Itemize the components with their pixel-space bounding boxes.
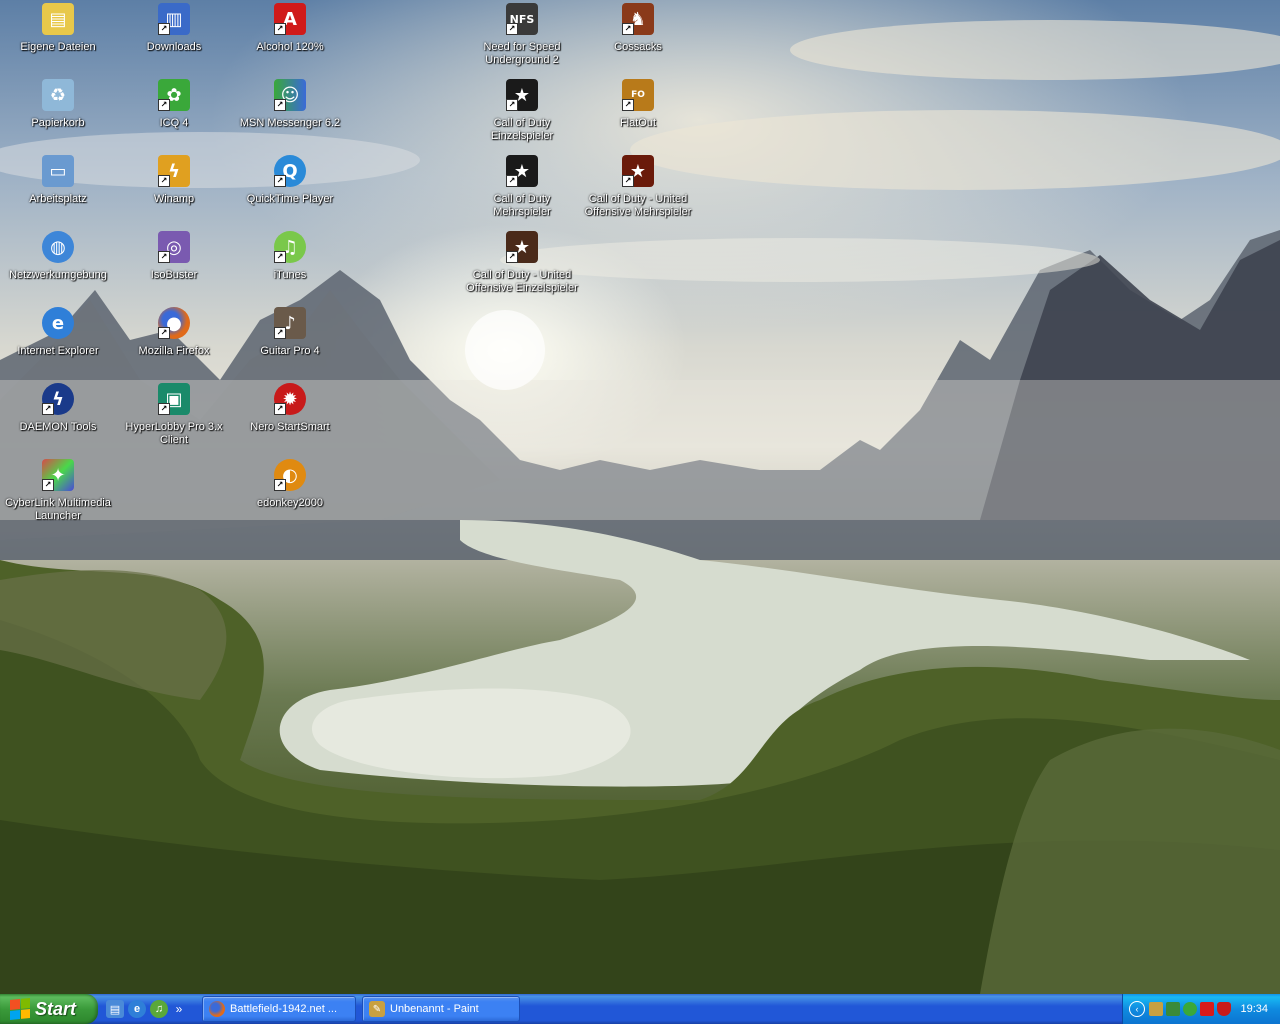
internet-explorer-icon: e bbox=[42, 307, 74, 339]
network-places-icon: ◍ bbox=[42, 231, 74, 263]
network-tray-icon[interactable] bbox=[1166, 1002, 1180, 1016]
taskbar-button-label: Battlefield-1942.net ... bbox=[230, 1003, 338, 1015]
guitar-pro-icon: ♪ ↗ bbox=[274, 307, 306, 339]
msn-tray-icon[interactable] bbox=[1183, 1002, 1197, 1016]
my-documents-icon: ▤ bbox=[42, 3, 74, 35]
my-computer-icon: ▭ bbox=[42, 155, 74, 187]
desktop-icon-flatout[interactable]: FO ↗ FlatOut bbox=[580, 79, 696, 130]
desktop-icon-icq[interactable]: ✿ ↗ ICQ 4 bbox=[116, 79, 232, 130]
winamp-icon: ϟ ↗ bbox=[158, 155, 190, 187]
antivirus-shield-icon[interactable] bbox=[1217, 1002, 1231, 1016]
desktop-icon-nero[interactable]: ✹ ↗ Nero StartSmart bbox=[232, 383, 348, 434]
msn-messenger-icon: ☺ ↗ bbox=[274, 79, 306, 111]
desktop-icon-nfs-underground-2[interactable]: NFS ↗ Need for Speed Underground 2 bbox=[464, 3, 580, 67]
taskbar-button-label: Unbenannt - Paint bbox=[390, 1003, 479, 1015]
cyberlink-icon: ✦ ↗ bbox=[42, 459, 74, 491]
ati-tray-icon[interactable] bbox=[1200, 1002, 1214, 1016]
recycle-bin-icon: ♻ bbox=[42, 79, 74, 111]
hyperlobby-tray-icon[interactable] bbox=[1149, 1002, 1163, 1016]
paint-icon: ✎ bbox=[369, 1001, 385, 1017]
desktop-icon-quicktime[interactable]: Q ↗ QuickTime Player bbox=[232, 155, 348, 206]
desktop-icon-my-documents[interactable]: ▤ Eigene Dateien bbox=[0, 3, 116, 54]
icq-flower-icon: ✿ ↗ bbox=[158, 79, 190, 111]
start-label: Start bbox=[35, 998, 77, 1019]
desktop-icon-my-computer[interactable]: ▭ Arbeitsplatz bbox=[0, 155, 116, 206]
internet-explorer-icon[interactable]: e bbox=[128, 1000, 146, 1018]
desktop-icon-cod-multi[interactable]: ★ ↗ Call of Duty Mehrspieler bbox=[464, 155, 580, 219]
desktop-icon-cod-single[interactable]: ★ ↗ Call of Duty Einzelspieler bbox=[464, 79, 580, 143]
isobuster-icon: ◎ ↗ bbox=[158, 231, 190, 263]
desktop-icon-internet-explorer[interactable]: e Internet Explorer bbox=[0, 307, 116, 358]
desktop-icon-isobuster[interactable]: ◎ ↗ IsoBuster bbox=[116, 231, 232, 282]
cossacks-icon: ♞ ↗ bbox=[622, 3, 654, 35]
quick-launch-more-button[interactable]: » bbox=[172, 1002, 186, 1016]
desktop-icon-cod-uo-multi[interactable]: ★ ↗ Call of Duty - United Offensive Mehrs… bbox=[580, 155, 696, 219]
desktop-icon-firefox[interactable]: ● ↗ Mozilla Firefox bbox=[116, 307, 232, 358]
desktop-icon-edonkey[interactable]: ◐ ↗ edonkey2000 bbox=[232, 459, 348, 510]
desktop-wallpaper bbox=[0, 0, 1280, 994]
desktop-icon-daemon-tools[interactable]: ϟ ↗ DAEMON Tools bbox=[0, 383, 116, 434]
desktop-icon-network-places[interactable]: ◍ Netzwerkumgebung bbox=[0, 231, 116, 282]
desktop-icon-winamp[interactable]: ϟ ↗ Winamp bbox=[116, 155, 232, 206]
firefox-icon: ● ↗ bbox=[158, 307, 190, 339]
desktop-icon-guitar-pro[interactable]: ♪ ↗ Guitar Pro 4 bbox=[232, 307, 348, 358]
desktop-icon-cyberlink[interactable]: ✦ ↗ CyberLink Multimedia Launcher bbox=[0, 459, 116, 523]
desktop-icon-downloads[interactable]: ▥ ↗ Downloads bbox=[116, 3, 232, 54]
flatout-icon: FO ↗ bbox=[622, 79, 654, 111]
nfs-icon: NFS ↗ bbox=[506, 3, 538, 35]
nero-icon: ✹ ↗ bbox=[274, 383, 306, 415]
desktop-icon-cossacks[interactable]: ♞ ↗ Cossacks bbox=[580, 3, 696, 54]
itunes-icon: ♫ ↗ bbox=[274, 231, 306, 263]
show-desktop-icon[interactable]: ▤ bbox=[106, 1000, 124, 1018]
clock[interactable]: 19:34 bbox=[1240, 1003, 1268, 1015]
firefox-icon bbox=[209, 1001, 225, 1017]
desktop-icon-itunes[interactable]: ♫ ↗ iTunes bbox=[232, 231, 348, 282]
taskbar-button-paint[interactable]: ✎ Unbenannt - Paint bbox=[362, 996, 520, 1022]
cod-uo-star-icon: ★ ↗ bbox=[506, 231, 538, 263]
quicktime-icon: Q ↗ bbox=[274, 155, 306, 187]
desktop-icon-hyperlobby[interactable]: ▣ ↗ HyperLobby Pro 3.x Client bbox=[116, 383, 232, 447]
desktop-icon-recycle-bin[interactable]: ♻ Papierkorb bbox=[0, 79, 116, 130]
hyperlobby-icon: ▣ ↗ bbox=[158, 383, 190, 415]
edonkey-icon: ◐ ↗ bbox=[274, 459, 306, 491]
alcohol-icon: A ↗ bbox=[274, 3, 306, 35]
desktop-icon-alcohol[interactable]: A ↗ Alcohol 120% bbox=[232, 3, 348, 54]
start-button[interactable]: Start bbox=[0, 994, 98, 1024]
taskbar: Start ▤ e ♫ » Battlefield-1942.net ... ✎… bbox=[0, 994, 1280, 1024]
daemon-tools-icon: ϟ ↗ bbox=[42, 383, 74, 415]
desktop-icon-cod-uo-single[interactable]: ★ ↗ Call of Duty - United Offensive Einze… bbox=[464, 231, 580, 295]
desktop-icon-msn-messenger[interactable]: ☺ ↗ MSN Messenger 6.2 bbox=[232, 79, 348, 130]
quick-launch-bar: ▤ e ♫ » bbox=[106, 998, 186, 1020]
windows-logo-icon bbox=[10, 997, 30, 1021]
show-hidden-icons-button[interactable]: ‹ bbox=[1129, 1001, 1145, 1017]
downloads-folder-icon: ▥ ↗ bbox=[158, 3, 190, 35]
taskbar-button-firefox[interactable]: Battlefield-1942.net ... bbox=[202, 996, 356, 1022]
cod-star-icon: ★ ↗ bbox=[506, 79, 538, 111]
cod-star-icon: ★ ↗ bbox=[506, 155, 538, 187]
cod-uo-star-icon: ★ ↗ bbox=[622, 155, 654, 187]
itunes-icon[interactable]: ♫ bbox=[150, 1000, 168, 1018]
system-tray: ‹ 19:34 bbox=[1122, 994, 1280, 1024]
